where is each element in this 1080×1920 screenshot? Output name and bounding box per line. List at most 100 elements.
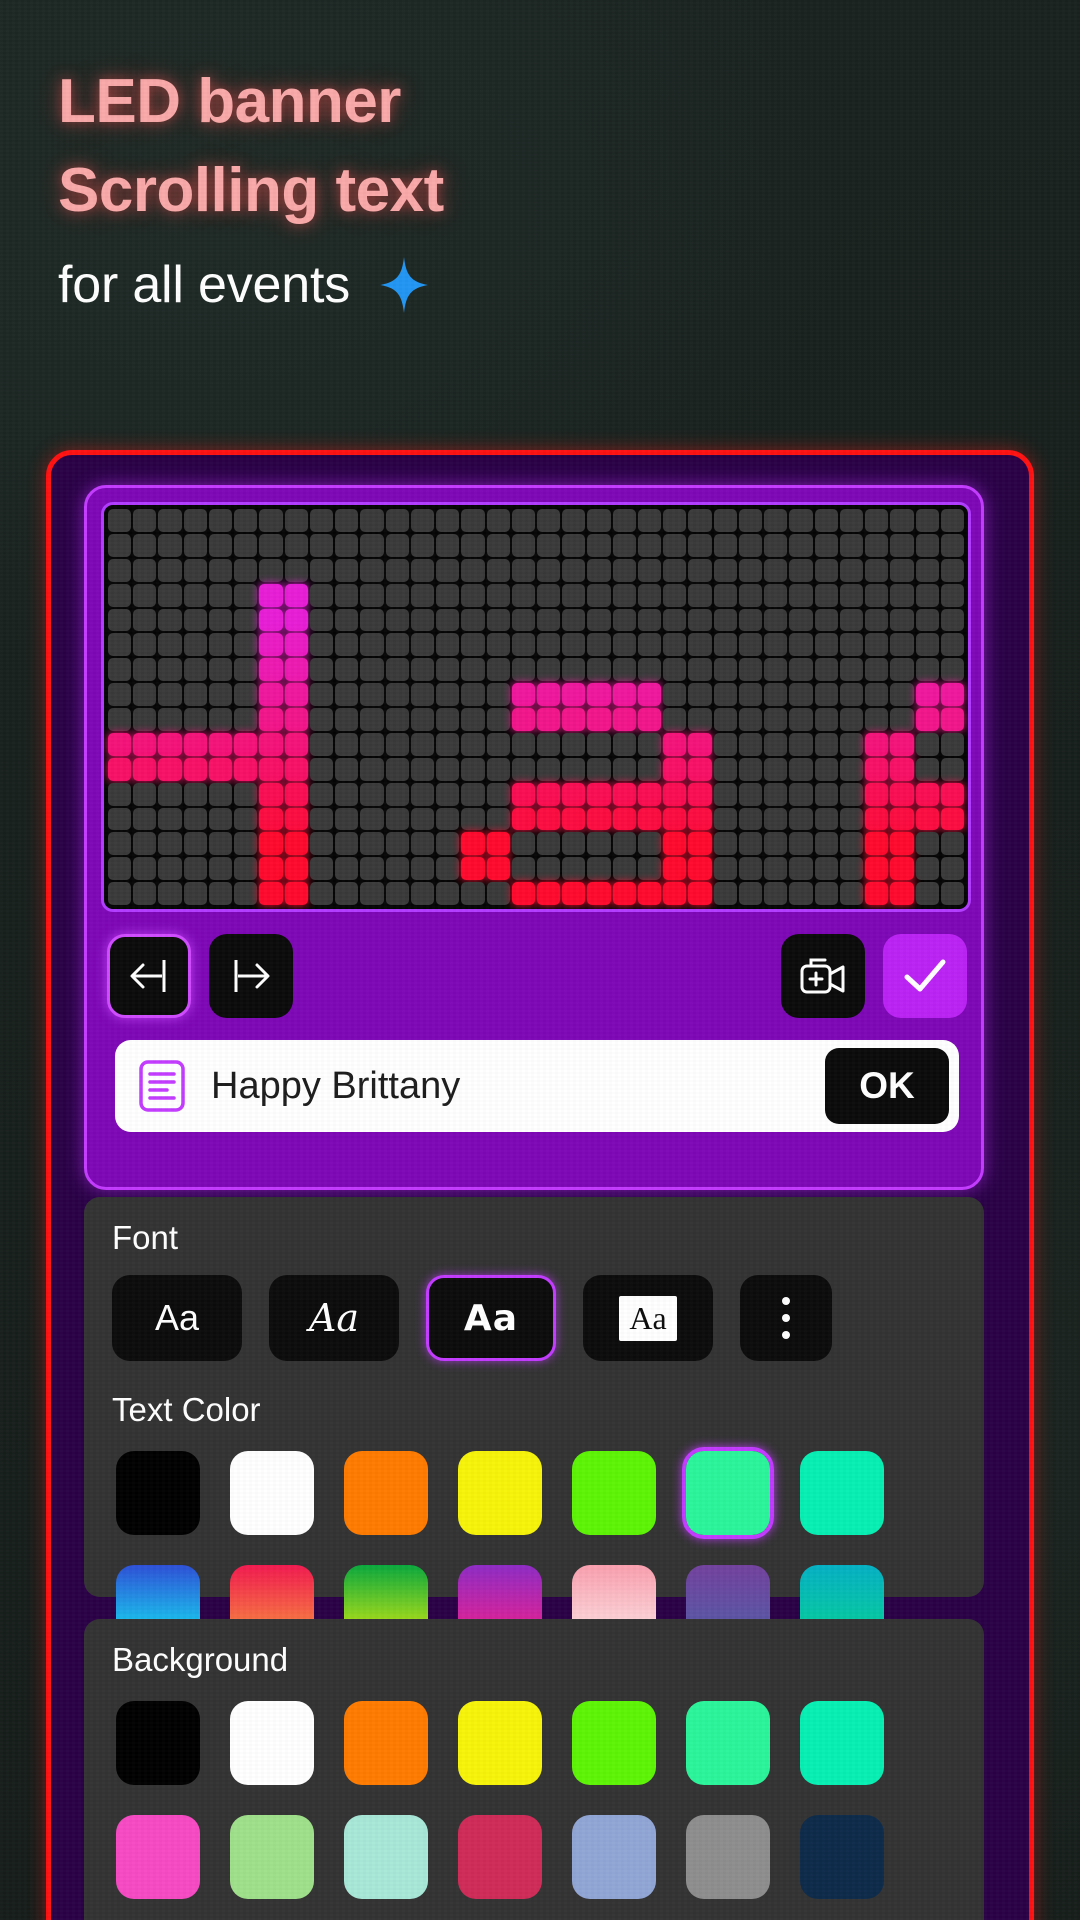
led-pixel (789, 807, 813, 831)
swatch-spring[interactable] (682, 1447, 774, 1539)
led-pixel (713, 882, 737, 905)
led-pixel (511, 782, 535, 806)
bg-swatch-yellow[interactable] (454, 1697, 546, 1789)
bg-swatch-lightblue[interactable] (568, 1811, 660, 1903)
text-input-row[interactable]: Happy Brittany OK (115, 1040, 959, 1132)
swatch-yellow[interactable] (454, 1447, 546, 1539)
led-pixel (764, 882, 788, 905)
led-pixel (461, 509, 485, 532)
led-pixel (461, 807, 485, 831)
led-pixel (410, 832, 435, 856)
led-pixel (259, 882, 283, 905)
led-pixel (284, 683, 308, 706)
led-pixel (915, 832, 939, 856)
led-pixel (284, 509, 308, 532)
bg-swatch-green[interactable] (568, 1697, 660, 1789)
led-pixel (612, 533, 636, 557)
led-pixel (688, 832, 712, 856)
led-pixel (789, 558, 813, 582)
led-pixel (360, 608, 384, 632)
swatch-teal[interactable] (796, 1447, 888, 1539)
led-pixel (738, 857, 763, 881)
sparkle-icon (380, 257, 429, 314)
led-pixel (158, 782, 182, 806)
led-pixel (562, 807, 586, 831)
swatch-orange[interactable] (340, 1447, 432, 1539)
led-pixel (410, 509, 435, 532)
led-pixel (486, 583, 510, 607)
led-pixel (259, 683, 283, 706)
font-rounded[interactable]: Aa (426, 1275, 556, 1361)
font-script[interactable]: Aa (269, 1275, 399, 1361)
led-pixel (461, 732, 485, 756)
led-pixel (789, 857, 813, 881)
bg-swatch-crimson[interactable] (454, 1811, 546, 1903)
led-pixel (814, 807, 838, 831)
font-inverted[interactable]: Aa (583, 1275, 713, 1361)
ok-button[interactable]: OK (825, 1048, 949, 1124)
confirm-button[interactable] (883, 934, 967, 1018)
led-pixel (259, 832, 283, 856)
bg-swatch-gray[interactable] (682, 1811, 774, 1903)
bg-swatch-teal[interactable] (796, 1697, 888, 1789)
swatch-black[interactable] (112, 1447, 204, 1539)
led-pixel (158, 708, 182, 731)
led-pixel (865, 608, 889, 632)
led-pixel (890, 807, 914, 831)
led-pixel (133, 882, 157, 905)
led-pixel (133, 683, 157, 706)
more-vertical-icon-dot-1 (782, 1297, 790, 1305)
led-pixel (940, 807, 964, 831)
bg-swatch-black[interactable] (112, 1697, 204, 1789)
swatch-white[interactable] (226, 1447, 318, 1539)
text-input-field[interactable]: Happy Brittany (211, 1065, 825, 1108)
led-pixel (915, 558, 939, 582)
led-pixel (663, 658, 687, 682)
playback-toolbar (107, 926, 967, 1026)
led-pixel (208, 558, 233, 582)
bg-swatch-orange[interactable] (340, 1697, 432, 1789)
bg-swatch-navy[interactable] (796, 1811, 888, 1903)
bg-swatch-lightteal[interactable] (340, 1811, 432, 1903)
led-matrix-preview[interactable] (101, 502, 971, 912)
led-pixel (158, 857, 182, 881)
led-pixel (738, 583, 763, 607)
led-pixel (713, 533, 737, 557)
scroll-right-button[interactable] (209, 934, 293, 1018)
led-pixel (738, 558, 763, 582)
bg-swatch-pink[interactable] (112, 1811, 204, 1903)
led-pixel (839, 857, 864, 881)
led-pixel (511, 857, 535, 881)
led-pixel (486, 533, 510, 557)
led-pixel (335, 509, 359, 532)
record-video-button[interactable] (781, 934, 865, 1018)
led-pixel (309, 633, 334, 657)
led-pixel (587, 732, 611, 756)
led-pixel (511, 533, 535, 557)
font-regular[interactable]: Aa (112, 1275, 242, 1361)
led-pixel (309, 533, 334, 557)
hero-headline: LED banner Scrolling text for all events (58, 58, 958, 315)
led-pixel (865, 533, 889, 557)
led-pixel (208, 533, 233, 557)
bg-swatch-white[interactable] (226, 1697, 318, 1789)
led-pixel (612, 807, 636, 831)
led-pixel (764, 633, 788, 657)
led-pixel (890, 732, 914, 756)
led-pixel (764, 732, 788, 756)
led-pixel (385, 583, 409, 607)
arrow-right-from-bar-icon (234, 960, 270, 992)
bg-swatch-spring[interactable] (682, 1697, 774, 1789)
led-pixel (208, 583, 233, 607)
led-pixel (410, 558, 435, 582)
led-pixel (284, 558, 308, 582)
led-pixel (612, 708, 636, 731)
led-pixel (208, 633, 233, 657)
font-more-button[interactable] (740, 1275, 832, 1361)
scroll-left-button[interactable] (107, 934, 191, 1018)
led-pixel (940, 658, 964, 682)
led-pixel (511, 583, 535, 607)
led-pixel (108, 583, 132, 607)
bg-swatch-lightgreen[interactable] (226, 1811, 318, 1903)
swatch-green[interactable] (568, 1447, 660, 1539)
